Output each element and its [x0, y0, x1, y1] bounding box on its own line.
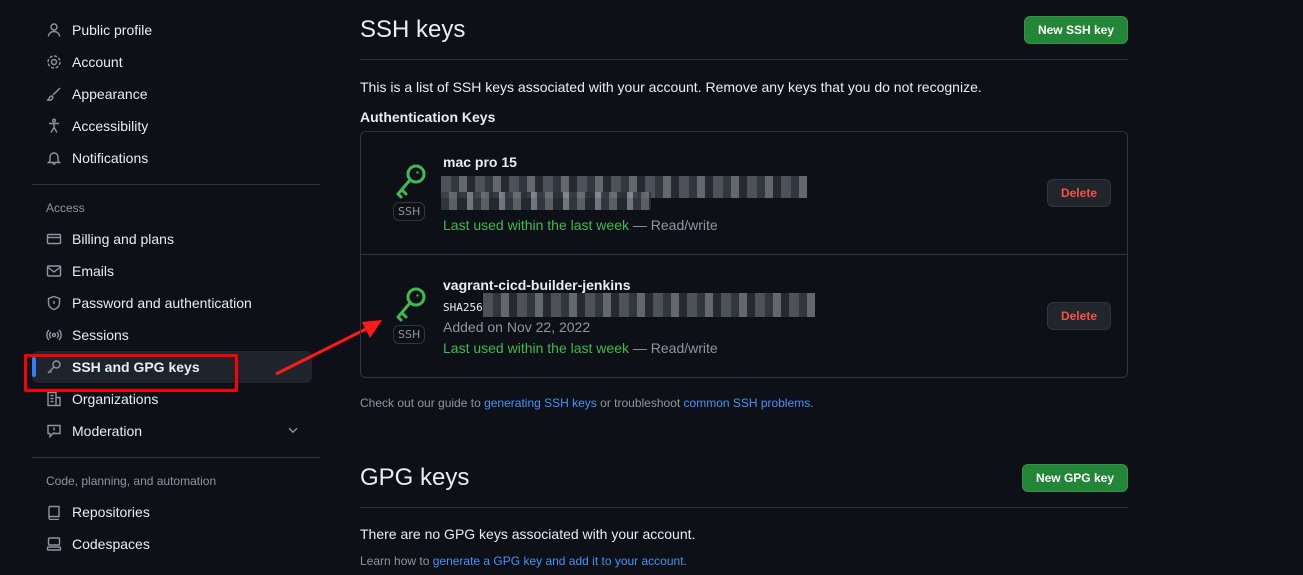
last-used-info: Last used within the last week — Read/wr…: [443, 217, 718, 233]
sidebar-item-notifications[interactable]: Notifications: [32, 142, 322, 174]
ssh-badge: SSH: [393, 202, 426, 221]
guide-middle: or troubleshoot: [596, 396, 684, 410]
key-title: mac pro 15: [443, 154, 517, 170]
sidebar-item-label: Codespaces: [72, 536, 150, 552]
last-used-info: Last used within the last week — Read/wr…: [443, 340, 718, 356]
accessibility-icon: [46, 118, 62, 134]
credit-card-icon: [46, 231, 62, 247]
sidebar-item-account[interactable]: Account: [32, 46, 322, 78]
sidebar-item-label: Organizations: [72, 391, 159, 407]
sidebar-item-label: Repositories: [72, 504, 150, 520]
sidebar-item-public-profile[interactable]: Public profile: [32, 14, 322, 46]
sidebar-item-emails[interactable]: Emails: [32, 255, 322, 287]
last-used-text: Last used within the last week: [443, 217, 629, 233]
guide-suffix: .: [810, 396, 814, 410]
gear-icon: [46, 54, 62, 70]
sidebar-item-label: SSH and GPG keys: [72, 359, 200, 375]
no-gpg-keys-text: There are no GPG keys associated with yo…: [360, 526, 696, 542]
new-gpg-key-button[interactable]: New GPG key: [1021, 463, 1128, 492]
sidebar-item-label: Appearance: [72, 86, 148, 102]
delete-key-button[interactable]: Delete: [1046, 302, 1111, 330]
repo-icon: [46, 504, 62, 520]
key-icon: [393, 285, 429, 325]
access-level: — Read/write: [629, 340, 718, 356]
generating-ssh-keys-link[interactable]: generating SSH keys: [484, 396, 597, 410]
codespaces-icon: [46, 536, 62, 552]
learn-prefix: Learn how to: [360, 554, 433, 568]
ssh-keys-list: SSH mac pro 15 Last used within the last…: [360, 131, 1128, 378]
shield-lock-icon: [46, 295, 62, 311]
sidebar-item-label: Account: [72, 54, 123, 70]
sidebar-item-password-auth[interactable]: Password and authentication: [32, 287, 322, 319]
ssh-section-header: SSH keys New SSH key: [360, 0, 1128, 60]
sidebar-item-moderation[interactable]: Moderation: [32, 415, 322, 447]
sidebar-item-label: Sessions: [72, 327, 129, 343]
sidebar-item-label: Emails: [72, 263, 115, 279]
sidebar-item-label: Notifications: [72, 150, 149, 166]
authentication-keys-title: Authentication Keys: [360, 109, 496, 125]
ssh-guide-text: Check out our guide to generating SSH ke…: [360, 396, 1128, 410]
fingerprint-prefix: SHA256: [443, 301, 483, 314]
added-date: Added on Nov 22, 2022: [443, 319, 591, 335]
broadcast-icon: [46, 327, 62, 343]
sidebar-group-title-access: Access: [46, 201, 85, 215]
common-ssh-problems-link[interactable]: common SSH problems: [684, 396, 811, 410]
sidebar-item-appearance[interactable]: Appearance: [32, 78, 322, 110]
paintbrush-icon: [46, 86, 62, 102]
sidebar-item-organizations[interactable]: Organizations: [32, 383, 322, 415]
report-icon: [46, 423, 62, 439]
sidebar-item-label: Password and authentication: [72, 295, 252, 311]
guide-prefix: Check out our guide to: [360, 396, 485, 410]
sidebar-item-label: Public profile: [72, 22, 153, 38]
redacted-fingerprint: [441, 192, 651, 210]
page-title: SSH keys: [360, 15, 466, 43]
sidebar-item-label: Billing and plans: [72, 231, 174, 247]
key-icon: [46, 359, 62, 375]
access-level: — Read/write: [629, 217, 718, 233]
person-icon: [46, 22, 62, 38]
sidebar-item-sessions[interactable]: Sessions: [32, 319, 322, 351]
chevron-down-icon[interactable]: [286, 423, 300, 440]
ssh-key-row: SSH mac pro 15 Last used within the last…: [361, 132, 1127, 255]
last-used-text: Last used within the last week: [443, 340, 629, 356]
delete-key-button[interactable]: Delete: [1046, 179, 1111, 207]
generate-gpg-key-link[interactable]: generate a GPG key and add it to your ac…: [433, 554, 684, 568]
key-icon: [393, 162, 429, 202]
ssh-key-row: SSH vagrant-cicd-builder-jenkins SHA256 …: [361, 255, 1127, 377]
mail-icon: [46, 263, 62, 279]
sidebar-item-repositories[interactable]: Repositories: [32, 496, 322, 528]
sidebar-item-billing[interactable]: Billing and plans: [32, 223, 322, 255]
redacted-fingerprint: [483, 293, 815, 317]
key-title: vagrant-cicd-builder-jenkins: [443, 277, 631, 293]
gpg-section-header: GPG keys New GPG key: [360, 448, 1128, 508]
gpg-learn-text: Learn how to generate a GPG key and add …: [360, 554, 1128, 568]
sidebar-item-ssh-gpg-keys[interactable]: SSH and GPG keys: [32, 351, 312, 383]
bell-icon: [46, 150, 62, 166]
sidebar-item-accessibility[interactable]: Accessibility: [32, 110, 322, 142]
organization-icon: [46, 391, 62, 407]
new-ssh-key-button[interactable]: New SSH key: [1023, 15, 1128, 44]
sidebar-item-label: Moderation: [72, 423, 143, 439]
learn-suffix: .: [683, 554, 687, 568]
ssh-settings-main: SSH keys New SSH key This is a list of S…: [360, 0, 1128, 568]
sidebar-item-codespaces[interactable]: Codespaces: [32, 528, 322, 560]
settings-sidebar: Public profile Account Appearance Access…: [32, 14, 322, 560]
sidebar-item-label: Accessibility: [72, 118, 149, 134]
ssh-badge: SSH: [393, 325, 426, 344]
ssh-description: This is a list of SSH keys associated wi…: [360, 79, 982, 95]
sidebar-group-title-code: Code, planning, and automation: [46, 474, 217, 488]
sidebar-divider: [32, 184, 320, 185]
gpg-title: GPG keys: [360, 463, 470, 491]
sidebar-divider: [32, 457, 320, 458]
